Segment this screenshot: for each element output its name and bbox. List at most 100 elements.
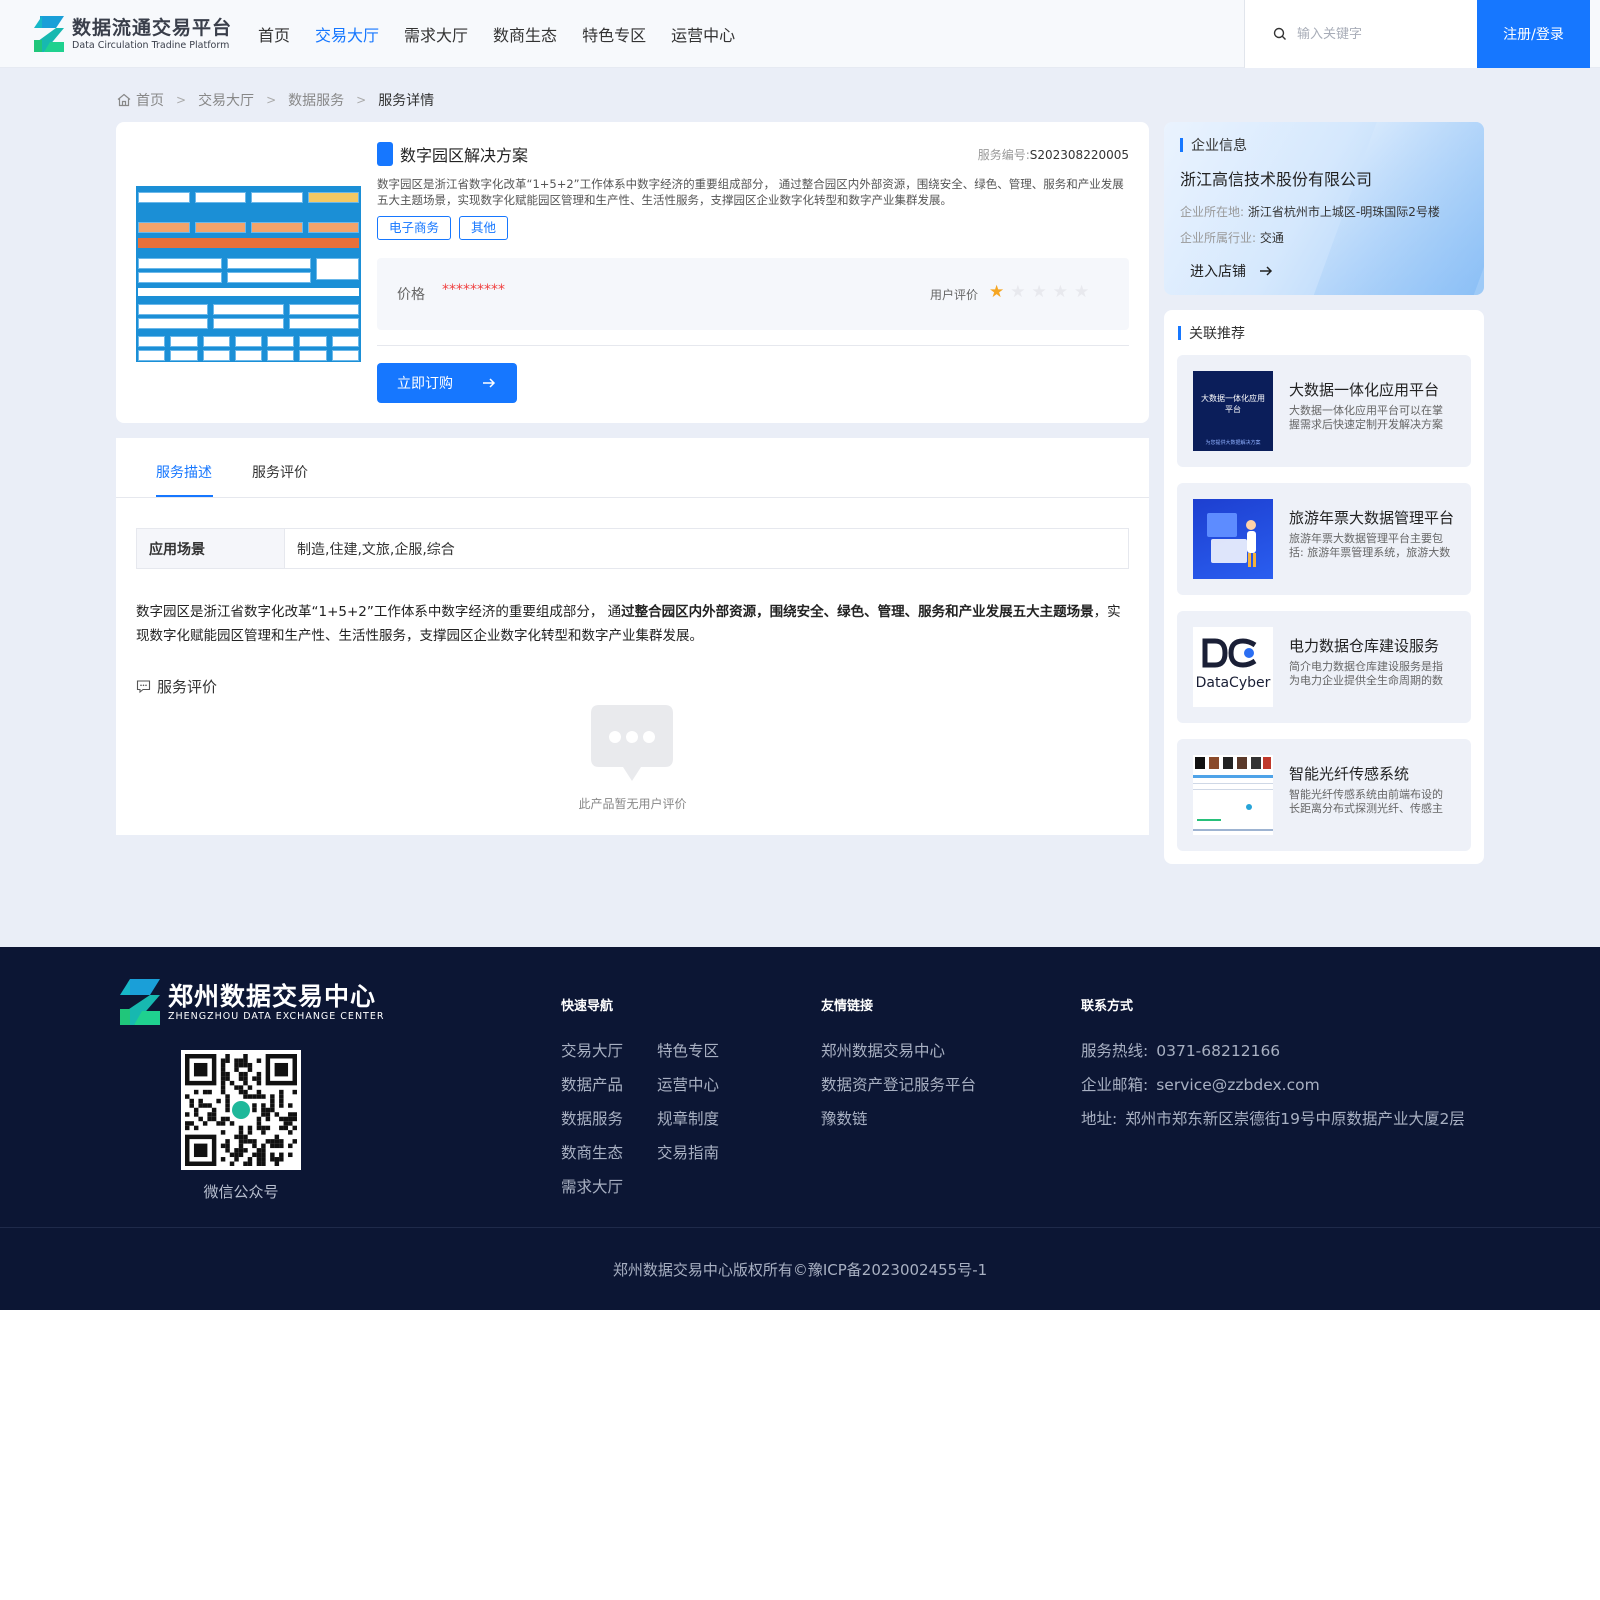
empty-comment-icon bbox=[591, 705, 673, 781]
recommend-item[interactable]: DataCyber 电力数据仓库建设服务 简介电力数据仓库建设服务是指为电力企业… bbox=[1177, 611, 1471, 723]
search-icon[interactable] bbox=[1273, 27, 1287, 41]
tag-ecommerce[interactable]: 电子商务 bbox=[377, 216, 452, 240]
recommend-item[interactable]: 大数据一体化应用平台 为您提供大数据解决方案 大数据一体化应用平台 大数据一体化… bbox=[1177, 355, 1471, 467]
company-name: 浙江高信技术股份有限公司 bbox=[1180, 170, 1373, 189]
scene-value: 制造,住建,文旅,企服,综合 bbox=[297, 541, 455, 558]
footer-link-trading-guide[interactable]: 交易指南 bbox=[657, 1141, 719, 1163]
tab-service-description[interactable]: 服务描述 bbox=[156, 462, 212, 482]
top-header: 数据流通交易平台 Data Circulation Tradine Platfo… bbox=[0, 0, 1600, 68]
footer-link-yushu-chain[interactable]: 豫数链 bbox=[821, 1107, 868, 1129]
home-icon bbox=[117, 93, 131, 107]
site-logo[interactable]: 数据流通交易平台 Data Circulation Tradine Platfo… bbox=[30, 14, 232, 54]
thumb-caption: 为您提供大数据解决方案 bbox=[1205, 440, 1261, 446]
contact-email: 企业邮箱: service@zzbdex.com bbox=[1081, 1073, 1320, 1095]
footer-link-data-services[interactable]: 数据服务 bbox=[561, 1107, 623, 1129]
nav-item-trading-hall[interactable]: 交易大厅 bbox=[315, 22, 379, 46]
footer-divider bbox=[0, 1227, 1600, 1228]
active-tab-indicator bbox=[156, 495, 213, 497]
footer-link-ecosystem[interactable]: 数商生态 bbox=[561, 1141, 623, 1163]
nav-item-special-zone[interactable]: 特色专区 bbox=[582, 22, 646, 46]
price-box: 价格 ********* 用户评价 ★ ★ ★ ★ ★ bbox=[377, 258, 1129, 330]
breadcrumb: 首页 > 交易大厅 > 数据服务 > 服务详情 bbox=[116, 90, 434, 110]
wechat-qr-code bbox=[181, 1050, 301, 1170]
nav-item-home[interactable]: 首页 bbox=[258, 22, 290, 46]
thumb-text: DataCyber bbox=[1195, 675, 1271, 691]
title-accent-bar bbox=[377, 142, 393, 166]
company-location-value: 浙江省杭州市上城区-明珠国际2号楼 bbox=[1247, 205, 1440, 219]
recommend-title: 旅游年票大数据管理平台 bbox=[1289, 509, 1455, 527]
contact-email-label: 企业邮箱: bbox=[1081, 1076, 1149, 1094]
desc-text-bold: 过整合园区内外部资源，围绕安全、绿色、管理、服务和产业发展五大主题场景 bbox=[621, 604, 1094, 620]
footer-link-asset-registry[interactable]: 数据资产登记服务平台 bbox=[821, 1073, 976, 1095]
qr-label: 微信公众号 bbox=[203, 1183, 279, 1201]
datacyber-logo-icon bbox=[1202, 638, 1257, 668]
empty-evaluation-text: 此产品暂无用户评价 bbox=[578, 797, 687, 811]
footer-link-special-zone[interactable]: 特色专区 bbox=[657, 1039, 719, 1061]
footer-logo: 郑州数据交易中心 ZHENGZHOU DATA EXCHANGE CENTER bbox=[116, 977, 384, 1027]
enter-shop-label: 进入店铺 bbox=[1190, 264, 1246, 280]
footer-link-regulations[interactable]: 规章制度 bbox=[657, 1107, 719, 1129]
copyright-text: 郑州数据交易中心版权所有©豫ICP备2023002455号-1 bbox=[612, 1261, 988, 1279]
recommend-title: 大数据一体化应用平台 bbox=[1289, 381, 1440, 399]
message-icon bbox=[136, 680, 151, 694]
product-title: 数字园区解决方案 bbox=[400, 146, 529, 165]
divider bbox=[377, 345, 1129, 346]
footer-link-demand-hall[interactable]: 需求大厅 bbox=[561, 1175, 623, 1197]
search-input[interactable] bbox=[1297, 26, 1467, 42]
friend-links-title: 友情链接 bbox=[821, 999, 874, 1014]
evaluation-section-head: 服务评价 bbox=[136, 676, 217, 697]
nav-item-operations-center[interactable]: 运营中心 bbox=[671, 22, 735, 46]
tab-bar: 服务描述 服务评价 bbox=[116, 438, 1149, 498]
footer-link-operations-center[interactable]: 运营中心 bbox=[657, 1073, 719, 1095]
recommend-description: 旅游年票大数据管理平台主要包括: 旅游年票管理系统，旅游大数据分析系统 bbox=[1289, 532, 1451, 559]
arrow-right-icon bbox=[483, 378, 496, 388]
company-industry-label: 企业所属行业: bbox=[1180, 231, 1257, 245]
arrow-right-icon bbox=[1260, 266, 1273, 276]
breadcrumb-data-service[interactable]: 数据服务 bbox=[288, 90, 344, 110]
service-number-label: 服务编号: bbox=[977, 147, 1030, 162]
company-section-title: 企业信息 bbox=[1191, 138, 1247, 154]
company-industry-value: 交通 bbox=[1259, 231, 1284, 245]
rating-label: 用户评价 bbox=[930, 288, 979, 302]
login-register-button[interactable]: 注册/登录 bbox=[1477, 0, 1590, 68]
chevron-right-icon: > bbox=[266, 93, 277, 107]
enter-shop-link[interactable]: 进入店铺 bbox=[1190, 261, 1274, 281]
recommend-item[interactable]: 旅游年票大数据管理平台 旅游年票大数据管理平台主要包括: 旅游年票管理系统，旅游… bbox=[1177, 483, 1471, 595]
star-icon: ★ bbox=[1010, 282, 1026, 302]
company-location-label: 企业所在地: bbox=[1180, 205, 1245, 219]
contact-email-value: service@zzbdex.com bbox=[1156, 1076, 1320, 1094]
footer-logo-title: 郑州数据交易中心 bbox=[168, 981, 377, 1011]
illustration-icon bbox=[1207, 513, 1256, 567]
contact-address-value: 郑州市郑东新区崇德街19号中原数据产业大厦2层 bbox=[1125, 1110, 1465, 1128]
breadcrumb-home[interactable]: 首页 bbox=[136, 90, 164, 110]
service-number-value: S202308220005 bbox=[1029, 147, 1129, 162]
footer-link-trading-hall[interactable]: 交易大厅 bbox=[561, 1039, 623, 1061]
thumb-text: 大数据一体化应用平台 bbox=[1201, 394, 1265, 414]
product-tags: 电子商务 其他 bbox=[377, 216, 509, 240]
site-footer: 郑州数据交易中心 ZHENGZHOU DATA EXCHANGE CENTER … bbox=[0, 947, 1600, 1310]
quick-nav-title: 快速导航 bbox=[561, 999, 614, 1014]
tag-other[interactable]: 其他 bbox=[459, 216, 509, 240]
recommend-title: 智能光纤传感系统 bbox=[1289, 765, 1410, 783]
order-now-button[interactable]: 立即订购 bbox=[377, 363, 517, 403]
nav-item-demand-hall[interactable]: 需求大厅 bbox=[404, 22, 468, 46]
contact-address-label: 地址: bbox=[1081, 1110, 1118, 1128]
nav-item-ecosystem[interactable]: 数商生态 bbox=[493, 22, 557, 46]
product-image bbox=[136, 186, 361, 362]
recommend-title: 电力数据仓库建设服务 bbox=[1289, 637, 1440, 655]
recommend-thumbnail: 大数据一体化应用平台 为您提供大数据解决方案 bbox=[1193, 371, 1273, 451]
contact-hotline-label: 服务热线: bbox=[1081, 1042, 1149, 1060]
tab-service-evaluation[interactable]: 服务评价 bbox=[252, 462, 308, 482]
search-box bbox=[1244, 0, 1477, 68]
recommend-item[interactable]: 智能光纤传感系统 智能光纤传感系统由前端布设的长距离分布式探测光纤、传感主机组成 bbox=[1177, 739, 1471, 851]
product-card: 数字园区解决方案 服务编号:S202308220005 数字园区是浙江省数字化改… bbox=[116, 122, 1149, 423]
service-number: 服务编号:S202308220005 bbox=[978, 146, 1129, 163]
company-location: 企业所在地: 浙江省杭州市上城区-明珠国际2号楼 bbox=[1180, 203, 1440, 220]
footer-link-data-products[interactable]: 数据产品 bbox=[561, 1073, 623, 1095]
breadcrumb-trading-hall[interactable]: 交易大厅 bbox=[198, 90, 254, 110]
logo-icon bbox=[34, 16, 64, 52]
desc-text-part1: 数字园区是浙江省数字化改革“1+5+2”工作体系中数字经济的重要组成部分， 通 bbox=[136, 604, 622, 620]
footer-link-zhengzhou-exchange[interactable]: 郑州数据交易中心 bbox=[821, 1039, 945, 1061]
footer-logo-subtitle: ZHENGZHOU DATA EXCHANGE CENTER bbox=[168, 1010, 385, 1022]
service-detail-card: 服务描述 服务评价 应用场景 制造,住建,文旅,企服,综合 数字园区是浙江省数字… bbox=[116, 438, 1149, 835]
